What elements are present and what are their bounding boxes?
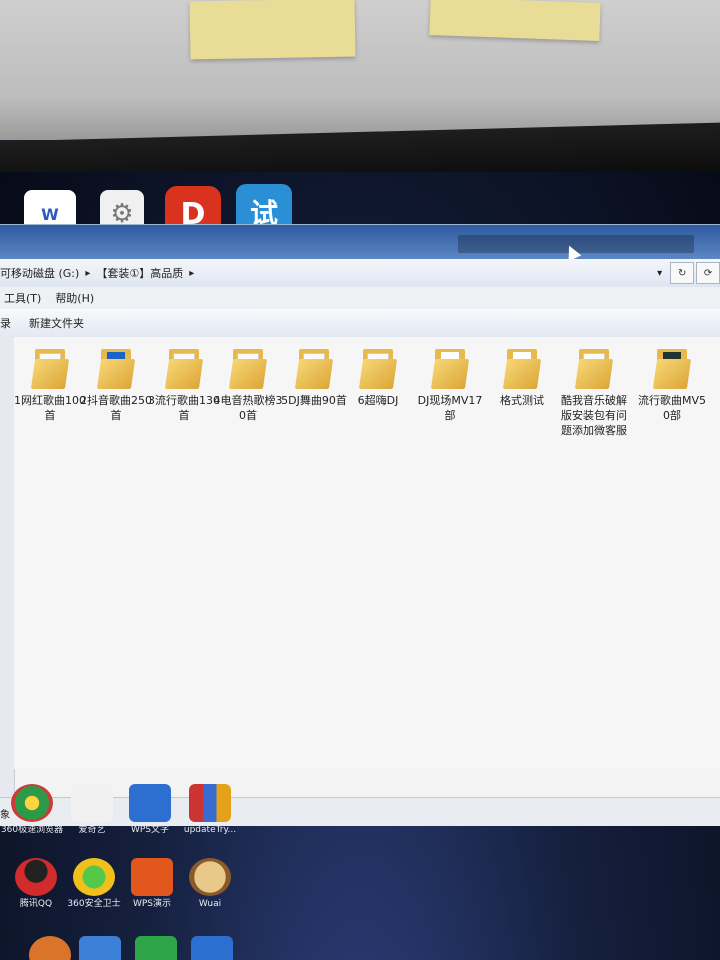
folder-icon: [574, 349, 614, 389]
folder-item[interactable]: 1网红歌曲100首: [14, 349, 86, 423]
folder-icon: [164, 349, 204, 389]
desktop-icon[interactable]: 腾讯QQ: [4, 858, 68, 910]
monitor-screen: W ⚙ D 试 可移动磁盘 (G:) ▸ 【套装①】高品质 ▸ ▾ ↻ ⟳ 工具…: [0, 172, 720, 960]
folder-icon: [96, 349, 136, 389]
folder-item[interactable]: 格式测试: [486, 349, 558, 408]
desktop-icon-label: 360极速浏览器: [0, 825, 64, 835]
desktop-icon[interactable]: [124, 936, 188, 960]
partial-app-icon: [29, 936, 71, 960]
folder-label: 格式测试: [500, 394, 544, 407]
folder-item[interactable]: 6超嗨DJ: [342, 349, 414, 408]
security-360-icon: [73, 858, 115, 896]
desktop-icon[interactable]: [180, 936, 244, 960]
folder-label: 流行歌曲MV50部: [637, 394, 706, 422]
folder-label: 6超嗨DJ: [357, 394, 399, 407]
window-titlebar[interactable]: [0, 225, 720, 262]
folder-label: 2抖音歌曲250首: [80, 394, 152, 422]
iqiyi-icon: [71, 784, 113, 822]
folder-label: 4电音热歌榜30首: [213, 394, 283, 422]
desktop-icon[interactable]: 爱奇艺: [60, 784, 124, 836]
partial-folder-icon: [79, 936, 121, 960]
folder-item[interactable]: 2抖音歌曲250首: [80, 349, 152, 423]
desktop-icon-label: 腾讯QQ: [19, 899, 53, 909]
wps-writer-icon: [129, 784, 171, 822]
explorer-window: 可移动磁盘 (G:) ▸ 【套装①】高品质 ▸ ▾ ↻ ⟳ 工具(T) 帮助(H…: [0, 224, 720, 826]
desktop-icon-label: Wuai: [198, 899, 222, 909]
folder-item[interactable]: DJ现场MV17部: [414, 349, 486, 423]
menu-bar: 工具(T) 帮助(H): [0, 287, 720, 310]
menu-help[interactable]: 帮助(H): [55, 290, 94, 306]
folder-icon: [502, 349, 542, 389]
folder-icon: [294, 349, 334, 389]
partial-blue-icon: [191, 936, 233, 960]
dropdown-arrow-icon[interactable]: ▾: [657, 268, 662, 279]
history-button[interactable]: ⟳: [696, 262, 720, 284]
update-archive-icon: [189, 784, 231, 822]
desktop-icon[interactable]: WPS文字: [118, 784, 182, 836]
chevron-right-icon[interactable]: ▸: [189, 268, 194, 279]
desktop-icon[interactable]: Wuai: [178, 858, 242, 910]
desktop-icon[interactable]: WPS演示: [120, 858, 184, 910]
folder-view: 1网红歌曲100首 2抖音歌曲250首 3流行歌曲130首 4电音热歌榜30首 …: [14, 337, 720, 769]
desktop-icon[interactable]: 360安全卫士: [62, 858, 126, 910]
address-bar[interactable]: 可移动磁盘 (G:) ▸ 【套装①】高品质 ▸ ▾ ↻ ⟳: [0, 259, 720, 288]
desktop-icon-label: 360安全卫士: [67, 899, 121, 909]
breadcrumb-drive[interactable]: 可移动磁盘 (G:): [0, 265, 79, 281]
folder-icon: [652, 349, 692, 389]
command-toolbar: 录 新建文件夹: [0, 309, 720, 338]
folder-icon: [228, 349, 268, 389]
folder-item[interactable]: 3流行歌曲130首: [148, 349, 220, 423]
sticky-note-right: [429, 0, 601, 41]
folder-label: 3流行歌曲130首: [148, 394, 220, 422]
desktop-top-icons: W ⚙ D 试: [0, 172, 720, 242]
folder-label: 1网红歌曲100首: [14, 394, 86, 422]
desktop-icon[interactable]: [68, 936, 132, 960]
folder-item[interactable]: 酷我音乐破解版安装包有问题添加微客服: [558, 349, 630, 438]
breadcrumb-folder[interactable]: 【套装①】高品质: [96, 265, 183, 281]
folder-icon: [430, 349, 470, 389]
navigation-pane[interactable]: [0, 337, 15, 797]
chevron-right-icon[interactable]: ▸: [85, 268, 90, 279]
toolbar-fragment[interactable]: 录: [0, 315, 11, 331]
sticky-note-left: [189, 0, 356, 60]
new-folder-button[interactable]: 新建文件夹: [29, 315, 84, 331]
folder-label: DJ现场MV17部: [417, 394, 483, 422]
breadcrumb: 可移动磁盘 (G:) ▸ 【套装①】高品质 ▸: [0, 265, 657, 281]
wuai-icon: [189, 858, 231, 896]
qq-icon: [15, 858, 57, 896]
desktop-icon-label: 爱奇艺: [78, 825, 106, 835]
folder-item[interactable]: 5DJ舞曲90首: [278, 349, 350, 408]
browser-360-icon: [11, 784, 53, 822]
desktop-icon-label: updateTry...: [183, 825, 237, 835]
desktop-icon-label: WPS演示: [132, 899, 172, 909]
menu-tools[interactable]: 工具(T): [4, 290, 41, 306]
wps-presentation-icon: [131, 858, 173, 896]
partial-green-icon: [135, 936, 177, 960]
desktop-icon[interactable]: 360极速浏览器: [0, 784, 64, 836]
folder-item[interactable]: 流行歌曲MV50部: [636, 349, 708, 423]
wall-background: [0, 0, 720, 140]
folder-item[interactable]: 4电音热歌榜30首: [212, 349, 284, 423]
folder-label: 酷我音乐破解版安装包有问题添加微客服: [561, 394, 627, 437]
refresh-button[interactable]: ↻: [670, 262, 695, 284]
folder-icon: [30, 349, 70, 389]
desktop-icon[interactable]: updateTry...: [178, 784, 242, 836]
folder-label: 5DJ舞曲90首: [281, 394, 347, 407]
desktop-icon-label: WPS文字: [130, 825, 170, 835]
folder-icon: [358, 349, 398, 389]
